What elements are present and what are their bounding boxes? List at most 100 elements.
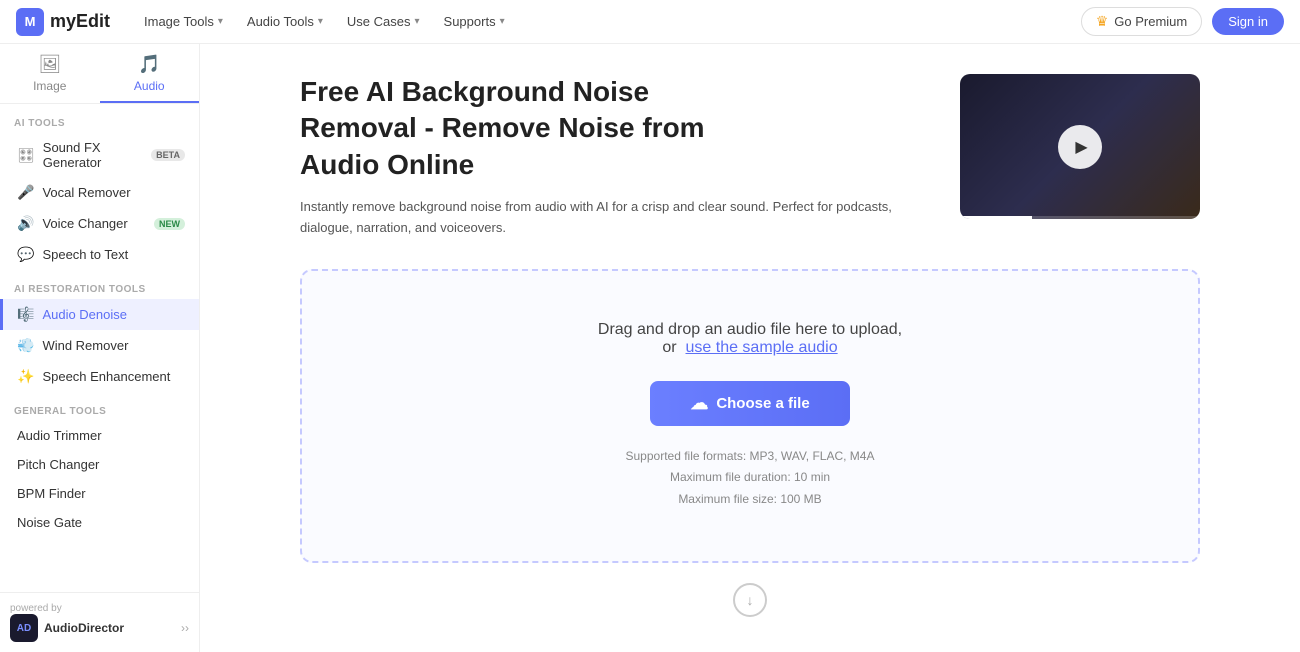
upload-info: Supported file formats: MP3, WAV, FLAC, … xyxy=(332,446,1168,511)
premium-label: Go Premium xyxy=(1114,14,1187,29)
size-label: Maximum file size: 100 MB xyxy=(332,489,1168,511)
content-inner: Free AI Background Noise Removal - Remov… xyxy=(300,74,1200,617)
scroll-down-icon: ↓ xyxy=(733,583,767,617)
sample-audio-link[interactable]: use the sample audio xyxy=(686,339,838,356)
sidebar-item-sound-fx[interactable]: 🎛 Sound FX Generator BETA xyxy=(0,133,199,177)
audiodirector-icon: AD xyxy=(10,614,38,642)
go-premium-button[interactable]: ♛ Go Premium xyxy=(1081,7,1203,36)
image-tab-label: Image xyxy=(33,79,66,93)
audio-tab-label: Audio xyxy=(134,79,165,93)
beta-badge: BETA xyxy=(151,149,185,161)
nav-item-supports[interactable]: Supports ▾ xyxy=(434,8,515,35)
sidebar-item-noise-gate[interactable]: Noise Gate xyxy=(0,508,199,537)
sidebar-item-label: Audio Trimmer xyxy=(17,428,102,443)
video-progress-fill xyxy=(960,216,1032,219)
general-tools-section-label: GENERAL TOOLS xyxy=(0,392,199,421)
sidebar-item-label: Wind Remover xyxy=(42,338,128,353)
sidebar: 🖼 Image 🎵 Audio AI TOOLS 🎛 Sound FX Gene… xyxy=(0,44,200,652)
chevron-down-icon: ▾ xyxy=(415,16,420,27)
nav-label-image-tools: Image Tools xyxy=(144,14,214,29)
video-progress-bar xyxy=(960,216,1200,219)
ai-tools-section-label: AI TOOLS xyxy=(0,104,199,133)
chevron-down-icon: ▾ xyxy=(218,16,223,27)
nav-label-use-cases: Use Cases xyxy=(347,14,411,29)
restoration-section-label: AI RESTORATION TOOLS xyxy=(0,270,199,299)
speech-to-text-icon: 💬 xyxy=(17,246,34,263)
audiodirector-name: AudioDirector xyxy=(44,621,124,635)
sidebar-item-label: Vocal Remover xyxy=(42,185,130,200)
duration-label: Maximum file duration: 10 min xyxy=(332,467,1168,489)
sidebar-footer: powered by AD AudioDirector ›› xyxy=(0,592,199,652)
signin-label: Sign in xyxy=(1228,14,1268,29)
hero-section: Free AI Background Noise Removal - Remov… xyxy=(300,74,1200,239)
upload-area: Drag and drop an audio file here to uplo… xyxy=(300,269,1200,563)
sidebar-item-wind-remover[interactable]: 💨 Wind Remover xyxy=(0,330,199,361)
sidebar-item-speech-enhancement[interactable]: ✨ Speech Enhancement xyxy=(0,361,199,392)
sidebar-item-label: Audio Denoise xyxy=(42,307,127,322)
audio-tab-icon: 🎵 xyxy=(138,54,160,75)
hero-description: Instantly remove background noise from a… xyxy=(300,197,930,239)
powered-by-label: powered by xyxy=(10,603,189,614)
formats-label: Supported file formats: MP3, WAV, FLAC, … xyxy=(332,446,1168,468)
choose-file-button[interactable]: ☁ Choose a file xyxy=(650,381,849,426)
audiodirector-logo[interactable]: AD AudioDirector ›› xyxy=(10,614,189,642)
logo-icon: M xyxy=(16,8,44,36)
sound-fx-icon: 🎛 xyxy=(17,147,35,164)
sidebar-item-audio-denoise[interactable]: 🎼 Audio Denoise xyxy=(0,299,199,330)
hero-title: Free AI Background Noise Removal - Remov… xyxy=(300,74,930,183)
speech-enhancement-icon: ✨ xyxy=(17,368,34,385)
hero-video-background xyxy=(960,74,1200,219)
voice-changer-icon: 🔊 xyxy=(17,215,34,232)
sidebar-item-audio-trimmer[interactable]: Audio Trimmer xyxy=(0,421,199,450)
nav-items: Image Tools ▾ Audio Tools ▾ Use Cases ▾ … xyxy=(134,8,1057,35)
nav-item-image-tools[interactable]: Image Tools ▾ xyxy=(134,8,233,35)
sign-in-button[interactable]: Sign in xyxy=(1212,8,1284,35)
sidebar-item-label: Speech to Text xyxy=(42,247,128,262)
sidebar-item-vocal-remover[interactable]: 🎤 Vocal Remover xyxy=(0,177,199,208)
wind-remover-icon: 💨 xyxy=(17,337,34,354)
hero-title-line3: Audio Online xyxy=(300,149,474,180)
image-tab-icon: 🖼 xyxy=(38,54,61,75)
logo[interactable]: M myEdit xyxy=(16,8,110,36)
nav-right: ♛ Go Premium Sign in xyxy=(1081,7,1284,36)
vocal-remover-icon: 🎤 xyxy=(17,184,34,201)
chevron-down-icon: ▾ xyxy=(500,16,505,27)
hero-video[interactable] xyxy=(960,74,1200,219)
or-text: or xyxy=(662,339,676,356)
audio-denoise-icon: 🎼 xyxy=(17,306,34,323)
top-nav: M myEdit Image Tools ▾ Audio Tools ▾ Use… xyxy=(0,0,1300,44)
sidebar-item-voice-changer[interactable]: 🔊 Voice Changer NEW xyxy=(0,208,199,239)
main-layout: 🖼 Image 🎵 Audio AI TOOLS 🎛 Sound FX Gene… xyxy=(0,44,1300,652)
sidebar-item-label: Sound FX Generator xyxy=(43,140,143,170)
sidebar-item-label: Speech Enhancement xyxy=(42,369,170,384)
hero-text: Free AI Background Noise Removal - Remov… xyxy=(300,74,930,239)
sidebar-tabs: 🖼 Image 🎵 Audio xyxy=(0,44,199,104)
drag-text: Drag and drop an audio file here to uplo… xyxy=(598,321,902,338)
crown-icon: ♛ xyxy=(1096,13,1109,30)
sidebar-item-label: BPM Finder xyxy=(17,486,86,501)
sidebar-item-bpm-finder[interactable]: BPM Finder xyxy=(0,479,199,508)
cloud-upload-icon: ☁ xyxy=(690,393,708,414)
nav-label-audio-tools: Audio Tools xyxy=(247,14,314,29)
hero-title-line2: Removal - Remove Noise from xyxy=(300,112,705,143)
main-content: Free AI Background Noise Removal - Remov… xyxy=(200,44,1300,652)
tab-audio[interactable]: 🎵 Audio xyxy=(100,44,200,103)
upload-main-text: Drag and drop an audio file here to uplo… xyxy=(332,321,1168,357)
sidebar-item-pitch-changer[interactable]: Pitch Changer xyxy=(0,450,199,479)
chevron-down-icon: ▾ xyxy=(318,16,323,27)
sidebar-item-label: Noise Gate xyxy=(17,515,82,530)
sidebar-item-label: Voice Changer xyxy=(42,216,127,231)
hero-title-line1: Free AI Background Noise xyxy=(300,76,649,107)
choose-file-label: Choose a file xyxy=(716,395,809,412)
sidebar-item-label: Pitch Changer xyxy=(17,457,99,472)
nav-label-supports: Supports xyxy=(444,14,496,29)
chevron-right-icon: ›› xyxy=(181,621,189,635)
tab-image[interactable]: 🖼 Image xyxy=(0,44,100,103)
play-button[interactable] xyxy=(1058,125,1102,169)
scroll-hint: ↓ xyxy=(300,583,1200,617)
logo-text: myEdit xyxy=(50,11,110,32)
nav-item-use-cases[interactable]: Use Cases ▾ xyxy=(337,8,430,35)
sidebar-item-speech-to-text[interactable]: 💬 Speech to Text xyxy=(0,239,199,270)
new-badge: NEW xyxy=(154,218,185,230)
nav-item-audio-tools[interactable]: Audio Tools ▾ xyxy=(237,8,333,35)
